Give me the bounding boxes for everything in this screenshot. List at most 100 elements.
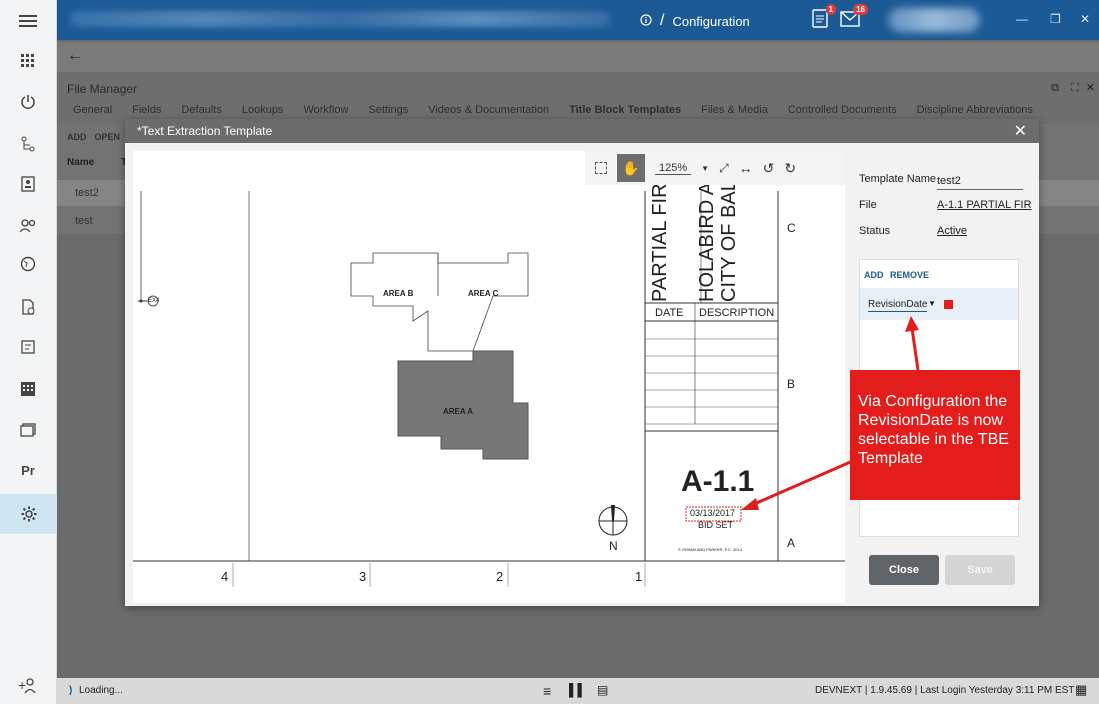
description-column-header: DESCRIPTION <box>699 307 775 319</box>
text-extraction-modal: *Text Extraction Template ✕ EX4 AREA B A… <box>125 119 1039 606</box>
field-color-swatch[interactable] <box>944 300 953 309</box>
tab-fields[interactable]: Fields <box>132 104 161 116</box>
breadcrumb-separator: / <box>660 12 665 29</box>
file-manager-tabs: General Fields Defaults Lookups Workflow… <box>57 104 1033 116</box>
left-nav: Pr + <box>0 0 57 704</box>
id-badge-icon[interactable] <box>14 170 42 198</box>
tab-controlled-documents[interactable]: Controlled Documents <box>788 104 897 116</box>
minimize-icon[interactable]: — <box>1016 12 1028 26</box>
loading-text: Loading... <box>79 685 123 696</box>
list-view-icon[interactable]: ≡ <box>543 683 551 699</box>
status-info: DEVNEXT | 1.9.45.69 | Last Login Yesterd… <box>815 685 1080 696</box>
split-view-icon[interactable]: ▌▌ <box>569 683 586 697</box>
modal-title: *Text Extraction Template <box>137 124 273 138</box>
tab-settings[interactable]: Settings <box>368 104 408 116</box>
panel-remove-button[interactable]: REMOVE <box>890 270 929 280</box>
people-icon[interactable] <box>14 212 42 240</box>
copyright-text: © GRIMM AND PARKER, P.C. 2014 <box>678 547 742 552</box>
drawing-viewer[interactable]: EX4 AREA B AREA C AREA A PARTIAL FIRS HO… <box>133 151 845 603</box>
sheet-date: 03/13/2017 <box>690 508 736 518</box>
gear-icon[interactable] <box>0 494 57 534</box>
area-a-label: AREA A <box>443 407 474 416</box>
tab-lookups[interactable]: Lookups <box>242 104 284 116</box>
template-name-input[interactable]: test2 <box>937 175 1023 190</box>
ex4-label: EX4 <box>148 298 160 304</box>
tab-defaults[interactable]: Defaults <box>181 104 221 116</box>
calendar-grid-icon[interactable] <box>14 375 42 403</box>
panel-add-button[interactable]: ADD <box>864 270 884 280</box>
svg-text:+: + <box>18 678 26 693</box>
pan-hand-icon[interactable]: ✋ <box>617 154 645 182</box>
select-rect-icon[interactable] <box>595 162 607 174</box>
tab-title-block-templates[interactable]: Title Block Templates <box>569 104 681 116</box>
tab-discipline-abbreviations[interactable]: Discipline Abbreviations <box>917 104 1033 116</box>
fit-width-icon[interactable]: ↔ <box>739 160 753 176</box>
close-panel-icon[interactable]: ✕ <box>1086 81 1095 94</box>
column-header-name: Name <box>67 157 95 168</box>
back-arrow-icon[interactable]: ← <box>67 47 83 65</box>
globe-icon[interactable] <box>14 250 42 278</box>
rotate-right-icon[interactable]: ↻ <box>784 160 796 177</box>
grid-c-label: C <box>787 221 796 235</box>
field-row[interactable]: RevisionDate ▼ <box>860 288 1018 320</box>
file-manager-header: File Manager General Fields Defaults Loo… <box>57 72 1099 124</box>
file-link[interactable]: A-1.1 PARTIAL FIR <box>937 199 1032 211</box>
file-label: File <box>859 199 877 211</box>
back-bar: ← <box>57 42 1099 72</box>
column-number-3: 3 <box>359 569 367 584</box>
date-column-header: DATE <box>655 307 684 319</box>
column-number-2: 2 <box>496 569 504 584</box>
calendar-icon[interactable]: ▦ <box>1075 682 1087 698</box>
column-number-4: 4 <box>221 569 229 584</box>
hamburger-menu-icon[interactable] <box>14 7 42 35</box>
power-icon[interactable] <box>14 88 42 116</box>
tab-general[interactable]: General <box>73 104 112 116</box>
open-action[interactable]: OPEN <box>95 132 121 142</box>
add-user-icon[interactable]: + <box>14 672 42 700</box>
tree-icon[interactable] <box>14 130 42 158</box>
tab-videos-documentation[interactable]: Videos & Documentation <box>428 104 549 116</box>
fit-page-icon[interactable]: ⤢ <box>719 161 729 176</box>
file-manager-title: File Manager <box>67 82 138 96</box>
blurred-breadcrumb <box>70 11 610 27</box>
save-button[interactable]: Save <box>945 555 1015 585</box>
mail-button[interactable]: 16 <box>840 4 868 31</box>
add-action[interactable]: ADD <box>67 132 87 142</box>
pr-icon[interactable]: Pr <box>14 456 42 484</box>
document-view-icon[interactable]: ▤ <box>597 683 608 697</box>
folder-stack-icon[interactable] <box>14 416 42 444</box>
tab-workflow[interactable]: Workflow <box>303 104 348 116</box>
user-profile[interactable] <box>888 8 980 32</box>
close-window-icon[interactable]: ✕ <box>1080 12 1090 26</box>
sheet-number: A-1.1 <box>681 465 755 498</box>
mail-badge: 16 <box>853 4 868 15</box>
close-modal-icon[interactable]: ✕ <box>1014 121 1027 141</box>
select-dropdown-icon[interactable]: ▼ <box>928 299 936 308</box>
loading-indicator: ) <box>69 685 73 696</box>
zoom-value[interactable]: 125% <box>655 162 692 175</box>
page-title: Configuration <box>672 13 750 29</box>
restore-icon[interactable]: ❐ <box>1050 12 1061 26</box>
tab-files-media[interactable]: Files & Media <box>701 104 768 116</box>
title-city-text: CITY OF BALT <box>718 169 740 302</box>
rotate-left-icon[interactable]: ↺ <box>763 160 775 177</box>
copy-icon[interactable]: ⧉ <box>1051 82 1059 95</box>
revision-date-select[interactable]: RevisionDate <box>868 299 928 312</box>
template-name-label: Template Name <box>859 173 937 185</box>
zoom-dropdown-icon[interactable]: ▼ <box>701 164 709 173</box>
area-c-label: AREA C <box>468 289 499 298</box>
checklist-icon[interactable] <box>14 333 42 361</box>
notifications-button[interactable]: 1 <box>812 4 836 31</box>
status-label: Status <box>859 225 891 237</box>
title-partial-text: PARTIAL FIRS <box>649 170 671 302</box>
area-b-label: AREA B <box>383 289 414 298</box>
status-value: Active <box>937 225 967 237</box>
column-number-1: 1 <box>635 569 643 584</box>
info-icon[interactable] <box>640 13 652 29</box>
expand-icon[interactable]: ⛶ <box>1071 82 1079 95</box>
close-button[interactable]: Close <box>869 555 939 585</box>
notifications-badge: 1 <box>825 4 836 15</box>
apps-icon[interactable] <box>14 47 42 75</box>
doc-clock-icon[interactable] <box>14 293 42 321</box>
annotation-text: Via Configuration the RevisionDate is no… <box>858 393 1009 467</box>
